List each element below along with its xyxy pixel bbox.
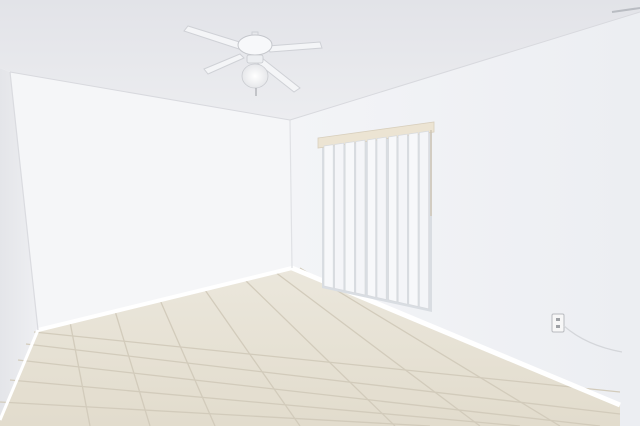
fan-motor-housing <box>237 34 273 56</box>
blind-slat <box>344 141 355 294</box>
blind-slat <box>408 132 419 307</box>
blind-slat <box>367 138 376 298</box>
blind-slat <box>334 142 345 291</box>
blind-slat <box>376 136 387 301</box>
fan-light-cap <box>246 54 264 64</box>
power-outlet <box>551 313 565 333</box>
fan-light-globe <box>241 63 269 89</box>
window <box>317 121 435 312</box>
blind-slat <box>397 133 408 305</box>
room-illustration <box>0 0 640 426</box>
blind-slat <box>355 139 366 296</box>
blind-slat <box>388 135 398 303</box>
room-photo <box>0 0 640 426</box>
blind-slat <box>323 144 334 289</box>
blind-slat <box>419 130 429 310</box>
